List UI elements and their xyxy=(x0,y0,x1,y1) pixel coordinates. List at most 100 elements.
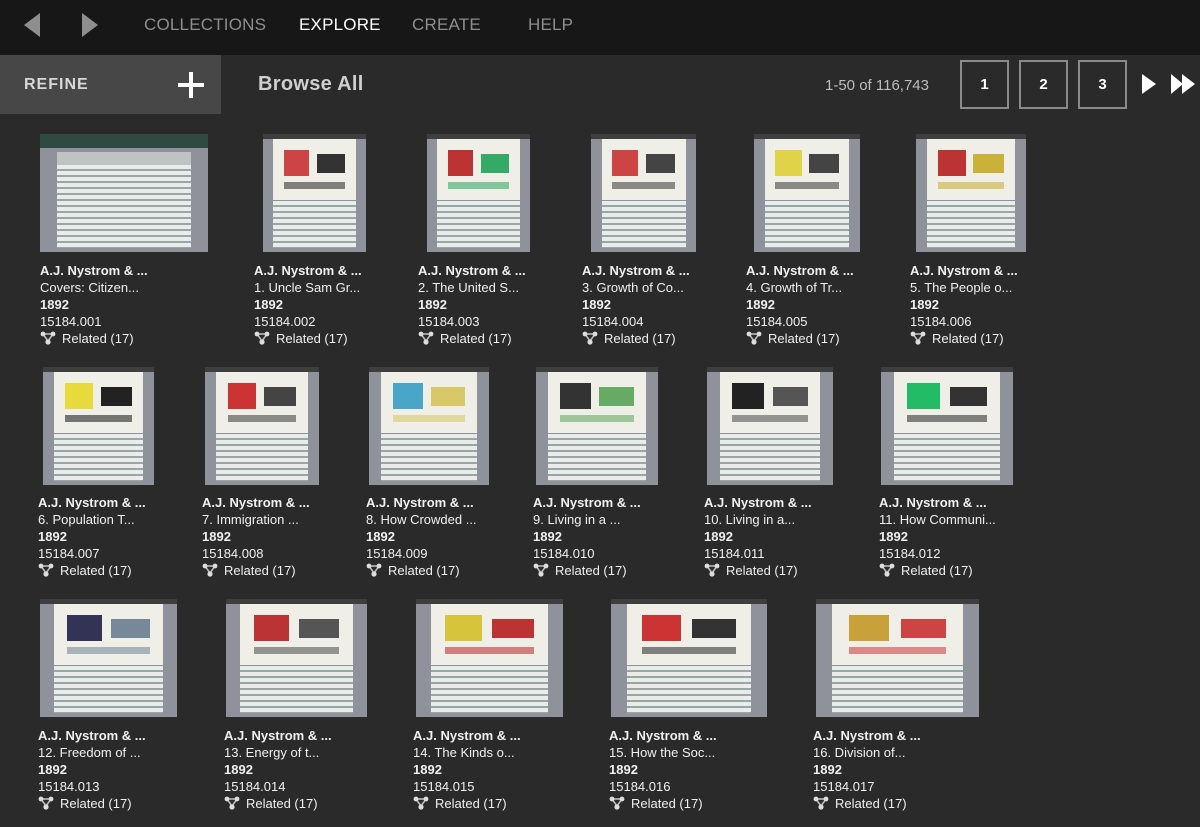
item-thumbnail[interactable] xyxy=(40,599,177,717)
item-date: 1892 xyxy=(224,762,253,777)
next-page-icon[interactable] xyxy=(1141,73,1157,95)
related-link[interactable]: Related (17) xyxy=(366,562,477,579)
item-publisher: A.J. Nystrom & ... xyxy=(224,728,332,743)
item-thumbnail[interactable] xyxy=(427,134,530,252)
item-publisher: A.J. Nystrom & ... xyxy=(582,263,690,278)
item-publisher: A.J. Nystrom & ... xyxy=(910,263,1018,278)
item-card[interactable]: A.J. Nystrom & ... 7. Immigration ... 1892… xyxy=(202,494,310,579)
nav-explore[interactable]: EXPLORE xyxy=(299,15,381,35)
item-card[interactable]: A.J. Nystrom & ... 6. Population T... 1892… xyxy=(38,494,146,579)
item-thumbnail[interactable] xyxy=(816,599,979,717)
last-page-icon[interactable] xyxy=(1170,73,1196,95)
item-date: 1892 xyxy=(418,297,447,312)
item-title: 11. How Communi... xyxy=(879,512,996,527)
item-card[interactable]: A.J. Nystrom & ... Covers: Citizen... 1892… xyxy=(40,262,148,347)
item-date: 1892 xyxy=(879,529,908,544)
item-card[interactable]: A.J. Nystrom & ... 16. Division of... 1892… xyxy=(813,727,921,812)
related-link[interactable]: Related (17) xyxy=(813,795,921,812)
item-thumbnail[interactable] xyxy=(416,599,563,717)
related-link[interactable]: Related (17) xyxy=(224,795,332,812)
item-date: 1892 xyxy=(746,297,775,312)
related-network-icon xyxy=(910,331,926,345)
item-card[interactable]: A.J. Nystrom & ... 13. Energy of t... 1892… xyxy=(224,727,332,812)
item-card[interactable]: A.J. Nystrom & ... 2. The United S... 1892… xyxy=(418,262,526,347)
item-thumbnail[interactable] xyxy=(916,134,1026,252)
item-title: 2. The United S... xyxy=(418,280,519,295)
item-accession: 15184.008 xyxy=(202,546,264,561)
related-link[interactable]: Related (17) xyxy=(746,330,854,347)
item-publisher: A.J. Nystrom & ... xyxy=(609,728,717,743)
item-card[interactable]: A.J. Nystrom & ... 5. The People o... 1892… xyxy=(910,262,1018,347)
item-card[interactable]: A.J. Nystrom & ... 4. Growth of Tr... 1892… xyxy=(746,262,854,347)
related-link[interactable]: Related (17) xyxy=(40,330,148,347)
nav-create[interactable]: CREATE xyxy=(412,15,481,35)
triangle-right-icon[interactable] xyxy=(78,12,102,38)
item-title: 9. Living in a ... xyxy=(533,512,621,527)
item-publisher: A.J. Nystrom & ... xyxy=(418,263,526,278)
refine-label: REFINE xyxy=(24,76,89,93)
nav-collections[interactable]: COLLECTIONS xyxy=(144,15,266,35)
page-button-3[interactable]: 3 xyxy=(1078,60,1127,109)
item-card[interactable]: A.J. Nystrom & ... 8. How Crowded ... 1892… xyxy=(366,494,477,579)
item-thumbnail[interactable] xyxy=(536,367,658,485)
related-link[interactable]: Related (17) xyxy=(533,562,641,579)
related-link[interactable]: Related (17) xyxy=(38,562,146,579)
refine-button[interactable]: REFINE xyxy=(0,55,221,114)
page-button-1[interactable]: 1 xyxy=(960,60,1009,109)
triangle-left-icon[interactable] xyxy=(20,12,44,38)
item-card[interactable]: A.J. Nystrom & ... 14. The Kinds o... 1892… xyxy=(413,727,521,812)
item-accession: 15184.005 xyxy=(746,314,808,329)
item-card[interactable]: A.J. Nystrom & ... 10. Living in a... 1892… xyxy=(704,494,812,579)
related-link[interactable]: Related (17) xyxy=(879,562,996,579)
item-publisher: A.J. Nystrom & ... xyxy=(202,495,310,510)
related-label: Related (17) xyxy=(726,563,798,578)
page-button-2[interactable]: 2 xyxy=(1019,60,1068,109)
item-card[interactable]: A.J. Nystrom & ... 15. How the Soc... 1892… xyxy=(609,727,717,812)
item-date: 1892 xyxy=(582,297,611,312)
item-date: 1892 xyxy=(366,529,395,544)
nav-help[interactable]: HELP xyxy=(528,15,573,35)
item-date: 1892 xyxy=(254,297,283,312)
related-link[interactable]: Related (17) xyxy=(418,330,526,347)
item-thumbnail[interactable] xyxy=(369,367,489,485)
related-link[interactable]: Related (17) xyxy=(413,795,521,812)
item-thumbnail[interactable] xyxy=(40,134,208,252)
related-link[interactable]: Related (17) xyxy=(704,562,812,579)
related-label: Related (17) xyxy=(440,331,512,346)
item-thumbnail[interactable] xyxy=(226,599,367,717)
item-card[interactable]: A.J. Nystrom & ... 12. Freedom of ... 1892… xyxy=(38,727,146,812)
item-publisher: A.J. Nystrom & ... xyxy=(813,728,921,743)
related-link[interactable]: Related (17) xyxy=(38,795,146,812)
related-link[interactable]: Related (17) xyxy=(582,330,690,347)
item-thumbnail[interactable] xyxy=(205,367,319,485)
item-card[interactable]: A.J. Nystrom & ... 9. Living in a ... 1892… xyxy=(533,494,641,579)
item-thumbnail[interactable] xyxy=(754,134,860,252)
item-thumbnail[interactable] xyxy=(591,134,696,252)
item-title: 1. Uncle Sam Gr... xyxy=(254,280,361,295)
item-card[interactable]: A.J. Nystrom & ... 11. How Communi... 1892… xyxy=(879,494,996,579)
item-card[interactable]: A.J. Nystrom & ... 1. Uncle Sam Gr... 1892… xyxy=(254,262,362,347)
related-label: Related (17) xyxy=(276,331,348,346)
plus-icon xyxy=(178,72,204,98)
result-count: 1-50 of 116,743 xyxy=(825,77,929,94)
top-navigation: COLLECTIONS EXPLORE CREATE HELP xyxy=(0,0,1200,55)
related-link[interactable]: Related (17) xyxy=(910,330,1018,347)
related-link[interactable]: Related (17) xyxy=(202,562,310,579)
related-network-icon xyxy=(813,796,829,810)
related-network-icon xyxy=(582,331,598,345)
item-thumbnail[interactable] xyxy=(263,134,366,252)
related-network-icon xyxy=(609,796,625,810)
related-link[interactable]: Related (17) xyxy=(609,795,717,812)
item-thumbnail[interactable] xyxy=(881,367,1013,485)
item-date: 1892 xyxy=(38,762,67,777)
item-title: Covers: Citizen... xyxy=(40,280,139,295)
related-network-icon xyxy=(704,563,720,577)
item-title: 10. Living in a... xyxy=(704,512,796,527)
item-accession: 15184.013 xyxy=(38,779,100,794)
item-thumbnail[interactable] xyxy=(707,367,833,485)
item-thumbnail[interactable] xyxy=(611,599,767,717)
item-card[interactable]: A.J. Nystrom & ... 3. Growth of Co... 1892… xyxy=(582,262,690,347)
item-title: 16. Division of... xyxy=(813,745,906,760)
related-link[interactable]: Related (17) xyxy=(254,330,362,347)
item-thumbnail[interactable] xyxy=(43,367,154,485)
